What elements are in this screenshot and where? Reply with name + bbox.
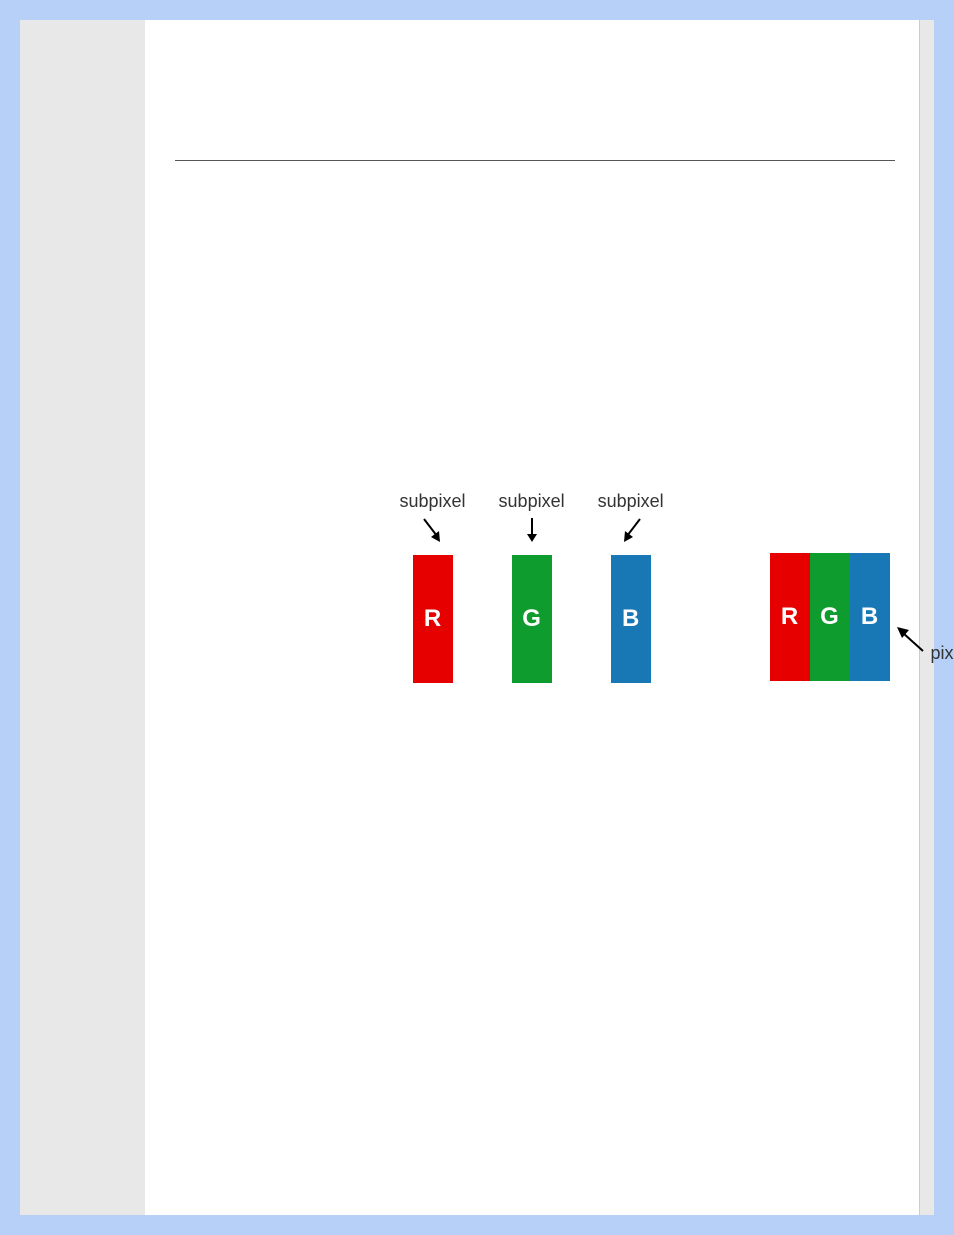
subpixel-b: B	[611, 555, 651, 683]
pixel-group: R G B	[770, 553, 890, 681]
right-margin	[920, 20, 930, 1215]
pixel-cell-g: G	[810, 553, 850, 681]
subpixel-group: subpixel R subpixel	[400, 491, 664, 683]
subpixel-label: subpixel	[598, 491, 664, 512]
left-margin	[25, 20, 145, 1215]
subpixel-letter: B	[622, 605, 639, 633]
subpixel-g: G	[512, 555, 552, 683]
subpixel-label: subpixel	[499, 491, 565, 512]
document-page: subpixel R subpixel	[145, 20, 920, 1215]
page-content: subpixel R subpixel	[145, 20, 919, 1215]
arrow-down-icon	[519, 516, 545, 549]
arrow-left-icon	[893, 623, 927, 662]
subpixel-letter: R	[424, 605, 441, 633]
rgb-diagram: subpixel R subpixel	[175, 491, 919, 751]
horizontal-rule	[175, 160, 895, 161]
subpixel-column-b: subpixel B	[598, 491, 664, 683]
pixel-cell-b: B	[850, 553, 890, 681]
page-container: subpixel R subpixel	[20, 20, 934, 1215]
pixel-letter: G	[820, 603, 839, 631]
pixel-letter: R	[781, 603, 798, 631]
pixel-label: pixel	[931, 643, 954, 664]
pixel-cell-r: R	[770, 553, 810, 681]
pixel-letter: B	[861, 603, 878, 631]
subpixel-label: subpixel	[400, 491, 466, 512]
subpixel-letter: G	[522, 605, 541, 633]
pixel-label-group: pixel	[893, 621, 954, 664]
arrow-down-icon	[618, 516, 644, 549]
subpixel-column-g: subpixel G	[499, 491, 565, 683]
arrow-down-icon	[420, 516, 446, 549]
subpixel-column-r: subpixel R	[400, 491, 466, 683]
subpixel-r: R	[413, 555, 453, 683]
